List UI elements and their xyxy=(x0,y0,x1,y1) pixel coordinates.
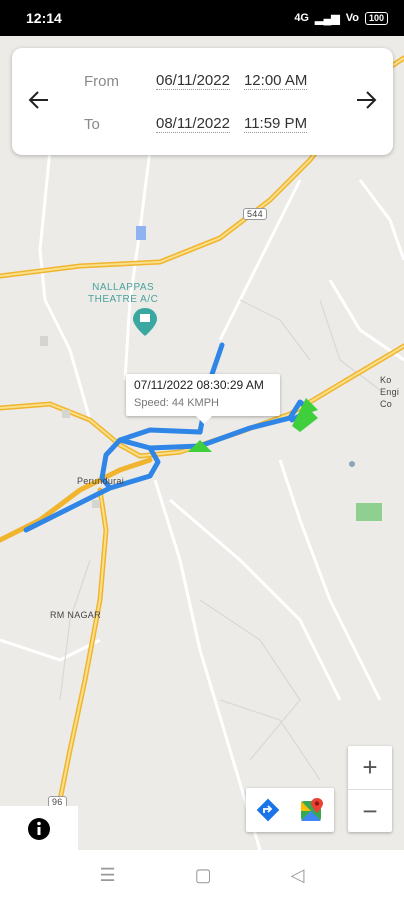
arrow-right-icon xyxy=(357,91,377,109)
volte-icon: Vo xyxy=(345,12,359,24)
highway xyxy=(0,457,153,543)
minor-road xyxy=(328,279,404,362)
minor-road xyxy=(153,479,262,850)
tooltip-speed: Speed: 44 KMPH xyxy=(134,397,219,409)
arrow-left-icon xyxy=(28,91,48,109)
minor-road xyxy=(0,638,101,662)
poi-pin xyxy=(133,308,157,336)
prev-button[interactable] xyxy=(24,85,54,115)
location-tooltip: 07/11/2022 08:30:29 AM Speed: 44 KMPH xyxy=(126,374,280,424)
map-toolbar xyxy=(246,788,334,832)
poi-label: NALLAPPAS THEATRE A/C xyxy=(88,282,159,305)
network-icon: 4G xyxy=(294,12,309,24)
minor-road xyxy=(169,498,342,701)
park xyxy=(356,503,382,521)
to-label: To xyxy=(84,115,100,133)
battery-icon: 100 xyxy=(364,11,388,25)
zoom-controls: + − xyxy=(348,746,392,832)
road-shield-544: 544 xyxy=(243,208,267,220)
info-icon xyxy=(28,818,50,840)
menu-button[interactable]: ☰ xyxy=(100,865,116,886)
from-label: From xyxy=(84,72,119,90)
map-view[interactable]: NALLAPPAS THEATRE A/C Perundurai RM NAGA… xyxy=(0,36,404,850)
minor-road xyxy=(38,149,92,421)
home-button[interactable]: ▢ xyxy=(195,865,212,886)
directions-icon xyxy=(256,798,280,822)
next-button[interactable] xyxy=(351,85,381,115)
college-label: Ko Engi Co xyxy=(380,375,400,409)
minor-road xyxy=(278,459,382,701)
zoom-out-button[interactable]: − xyxy=(348,790,392,833)
open-google-maps-button[interactable] xyxy=(290,788,334,832)
system-nav-bar: ☰ ▢ ◁ xyxy=(0,850,404,900)
zoom-in-button[interactable]: + xyxy=(348,746,392,789)
tooltip-timestamp: 07/11/2022 08:30:29 AM xyxy=(134,378,264,392)
directions-button[interactable] xyxy=(246,788,290,832)
to-date[interactable]: 08/11/2022 xyxy=(156,115,230,133)
building xyxy=(136,226,146,240)
minor-road xyxy=(218,179,302,341)
to-row: To 08/11/2022 11:59 PM xyxy=(84,115,321,133)
minor-road xyxy=(358,179,404,261)
status-icons: 4G ▂▄▆ Vo 100 xyxy=(294,11,388,25)
from-time[interactable]: 12:00 AM xyxy=(243,72,308,90)
from-date[interactable]: 06/11/2022 xyxy=(156,72,230,90)
info-button[interactable] xyxy=(0,806,78,852)
back-button[interactable]: ◁ xyxy=(291,865,305,886)
route-path xyxy=(117,427,203,443)
area-label: RM NAGAR xyxy=(50,610,101,620)
to-time[interactable]: 11:59 PM xyxy=(243,115,308,133)
town-label: Perundurai xyxy=(77,476,125,486)
from-row: From 06/11/2022 12:00 AM xyxy=(84,72,321,90)
date-range-card: From 06/11/2022 12:00 AM To 08/11/2022 1… xyxy=(12,48,393,155)
google-maps-icon xyxy=(301,798,323,821)
map-canvas[interactable] xyxy=(0,36,404,850)
status-bar: 12:14 4G ▂▄▆ Vo 100 xyxy=(0,0,404,36)
signal-icon: ▂▄▆ xyxy=(315,12,340,25)
clock: 12:14 xyxy=(26,10,62,26)
